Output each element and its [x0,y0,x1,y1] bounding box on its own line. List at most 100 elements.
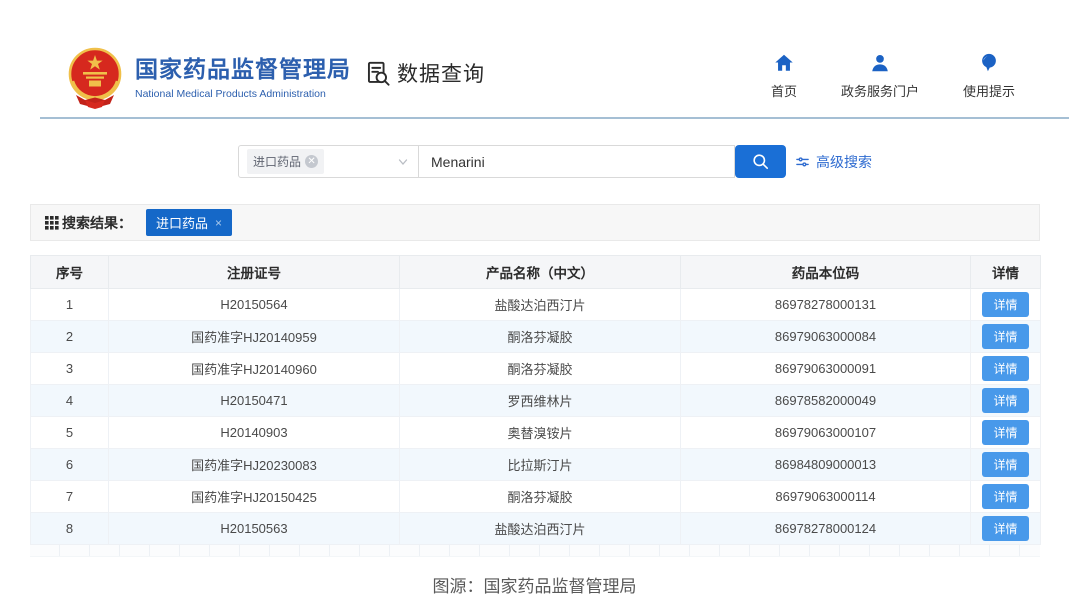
cell-drug-code: 86979063000107 [681,417,971,449]
col-header-cert-no: 注册证号 [109,256,400,289]
table-row: 7 国药准字HJ20150425 酮洛芬凝胶 86979063000114 详情 [31,481,1041,513]
cell-cert-no: 国药准字HJ20140960 [109,353,400,385]
grid-icon [45,216,59,230]
cell-product-name: 酮洛芬凝胶 [400,321,681,353]
agency-subtitle: National Medical Products Administration [135,88,351,100]
results-bar: 搜索结果： 进口药品 × [30,204,1040,241]
page-title-block: 数据查询 [365,58,485,88]
table-row: 3 国药准字HJ20140960 酮洛芬凝胶 86979063000091 详情 [31,353,1041,385]
cell-index: 7 [31,481,109,513]
cell-detail: 详情 [971,513,1041,545]
cell-index: 6 [31,449,109,481]
cell-cert-no: H20150471 [109,385,400,417]
detail-button[interactable]: 详情 [982,324,1028,349]
col-header-product-name: 产品名称（中文） [400,256,681,289]
cell-cert-no: 国药准字HJ20150425 [109,481,400,513]
category-select[interactable]: 进口药品 ✕ [238,145,419,178]
chevron-down-icon [397,156,409,168]
cell-product-name: 盐酸达泊西汀片 [400,513,681,545]
nav-item-portal[interactable]: 政务服务门户 [841,52,919,100]
cell-index: 4 [31,385,109,417]
cell-detail: 详情 [971,353,1041,385]
results-table-header: 序号 注册证号 产品名称（中文） 药品本位码 详情 [31,256,1041,289]
header-divider [40,117,1069,119]
agency-title: 国家药品监督管理局 [135,56,351,84]
filter-tag: 进口药品 × [146,209,232,236]
category-tag-label: 进口药品 [253,153,301,170]
search-button[interactable] [735,145,786,178]
nav-item-home[interactable]: 首页 [771,52,797,100]
detail-button[interactable]: 详情 [982,516,1028,541]
nmpa-data-query-page: 国家药品监督管理局 National Medical Products Admi… [0,0,1069,610]
header: 国家药品监督管理局 National Medical Products Admi… [0,0,1069,117]
table-row: 2 国药准字HJ20140959 酮洛芬凝胶 86979063000084 详情 [31,321,1041,353]
nav-label-portal: 政务服务门户 [841,81,919,100]
table-row: 6 国药准字HJ20230083 比拉斯汀片 86984809000013 详情 [31,449,1041,481]
table-row: 8 H20150563 盐酸达泊西汀片 86978278000124 详情 [31,513,1041,545]
cell-product-name: 比拉斯汀片 [400,449,681,481]
advanced-search-link[interactable]: 高级搜索 [795,152,872,172]
cell-product-name: 奥替溴铵片 [400,417,681,449]
top-nav: 首页 政务服务门户 使用提示 [771,52,1015,100]
col-header-detail: 详情 [971,256,1041,289]
cell-drug-code: 86979063000091 [681,353,971,385]
results-table-body: 1 H20150564 盐酸达泊西汀片 86978278000131 详情 2 … [31,289,1041,545]
detail-button[interactable]: 详情 [982,292,1028,317]
cell-cert-no: 国药准字HJ20140959 [109,321,400,353]
nav-label-home: 首页 [771,81,797,100]
hint-icon [978,52,1000,74]
filter-tag-close-icon[interactable]: × [215,217,222,229]
cell-detail: 详情 [971,385,1041,417]
cell-index: 3 [31,353,109,385]
detail-button[interactable]: 详情 [982,452,1028,477]
search-bar: 进口药品 ✕ 高级搜索 [0,145,1069,178]
table-row: 4 H20150471 罗西维林片 86978582000049 详情 [31,385,1041,417]
cell-drug-code: 86978582000049 [681,385,971,417]
filter-sliders-icon [795,155,810,170]
cell-product-name: 酮洛芬凝胶 [400,481,681,513]
document-search-icon [365,60,392,87]
cell-detail: 详情 [971,321,1041,353]
cell-drug-code: 86978278000131 [681,289,971,321]
cell-drug-code: 86979063000114 [681,481,971,513]
col-header-drug-code: 药品本位码 [681,256,971,289]
user-icon [869,52,891,74]
results-label: 搜索结果： [62,213,132,233]
col-header-index: 序号 [31,256,109,289]
nav-label-tips: 使用提示 [963,81,1015,100]
nav-item-tips[interactable]: 使用提示 [963,52,1015,100]
category-tag-close-icon[interactable]: ✕ [305,155,318,168]
agency-logo-text: 国家药品监督管理局 National Medical Products Admi… [135,56,351,100]
advanced-search-label: 高级搜索 [816,152,872,172]
cell-drug-code: 86979063000084 [681,321,971,353]
cell-cert-no: 国药准字HJ20230083 [109,449,400,481]
detail-button[interactable]: 详情 [982,356,1028,381]
cell-detail: 详情 [971,289,1041,321]
agency-logo[interactable]: 国家药品监督管理局 National Medical Products Admi… [63,45,351,111]
detail-button[interactable]: 详情 [982,420,1028,445]
cell-index: 2 [31,321,109,353]
cell-product-name: 罗西维林片 [400,385,681,417]
cell-index: 8 [31,513,109,545]
detail-button[interactable]: 详情 [982,388,1028,413]
cell-drug-code: 86978278000124 [681,513,971,545]
cell-detail: 详情 [971,417,1041,449]
results-table: 序号 注册证号 产品名称（中文） 药品本位码 详情 1 H20150564 盐酸… [30,255,1041,545]
table-row: 5 H20140903 奥替溴铵片 86979063000107 详情 [31,417,1041,449]
search-icon [751,152,770,171]
cell-cert-no: H20150563 [109,513,400,545]
filter-tag-label: 进口药品 [156,213,208,232]
search-input[interactable] [419,145,735,178]
cell-index: 5 [31,417,109,449]
category-tag: 进口药品 ✕ [247,149,324,174]
partial-next-row-strip [30,545,1040,557]
cell-detail: 详情 [971,481,1041,513]
detail-button[interactable]: 详情 [982,484,1028,509]
national-emblem-icon [63,45,127,111]
cell-detail: 详情 [971,449,1041,481]
cell-cert-no: H20150564 [109,289,400,321]
cell-drug-code: 86984809000013 [681,449,971,481]
page-title: 数据查询 [397,58,485,88]
cell-product-name: 酮洛芬凝胶 [400,353,681,385]
image-source-caption: 图源：国家药品监督管理局 [0,572,1069,597]
